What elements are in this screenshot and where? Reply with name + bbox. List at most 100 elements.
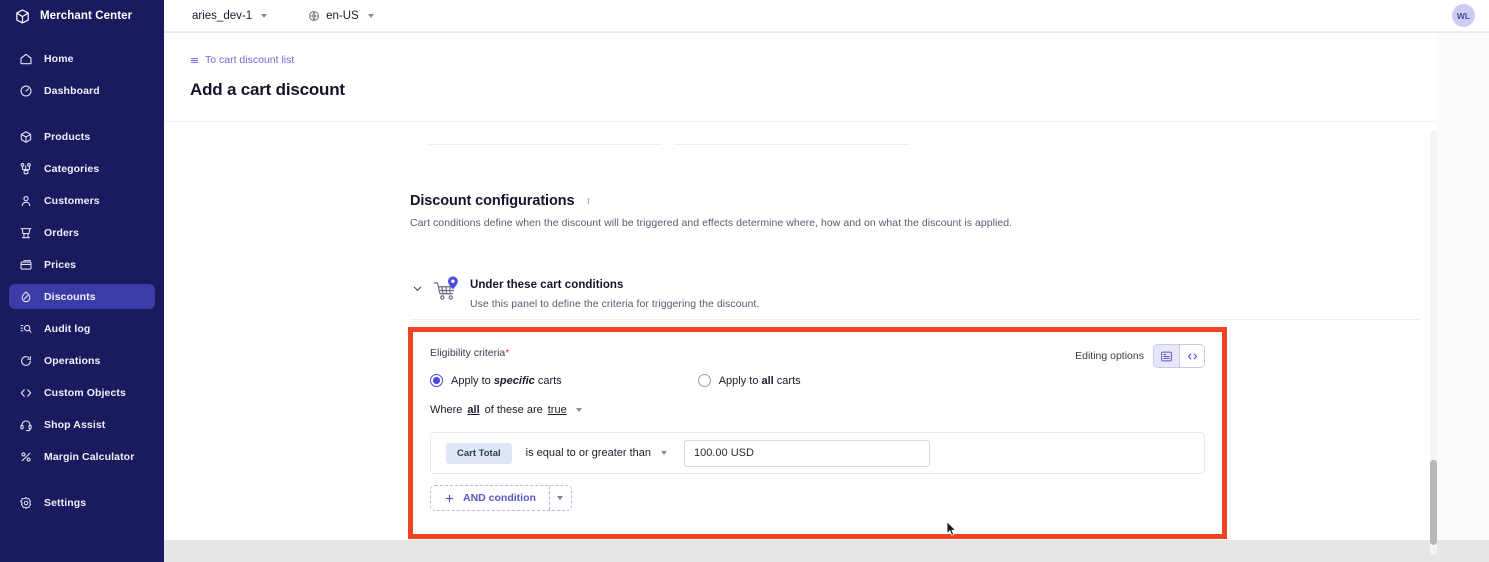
- topbar: aries_dev-1 en-US WL: [164, 0, 1489, 32]
- scrollbar-thumb[interactable]: [1430, 460, 1437, 545]
- discounts-icon: [18, 289, 33, 304]
- sidebar-item-label: Shop Assist: [44, 418, 106, 431]
- radio-label: Apply to all carts: [718, 374, 801, 387]
- panel-title: Under these cart conditions: [470, 279, 624, 291]
- condition-value-input[interactable]: [684, 439, 930, 467]
- brand[interactable]: Merchant Center: [0, 0, 164, 32]
- sidebar-item-audit-log[interactable]: Audit log: [9, 316, 155, 341]
- chevron-down-icon: [261, 13, 268, 18]
- eligibility-criteria-card: Eligibility criteria* Editing options Ap…: [413, 332, 1222, 534]
- custom-objects-icon: [18, 385, 33, 400]
- chevron-down-icon: [661, 451, 667, 455]
- info-icon[interactable]: [582, 195, 594, 207]
- avatar[interactable]: WL: [1452, 4, 1475, 27]
- condition-row: Cart Total is equal to or greater than: [430, 432, 1205, 474]
- sidebar-item-label: Customers: [44, 194, 100, 207]
- locale-name: en-US: [326, 9, 359, 22]
- products-icon: [18, 129, 33, 144]
- eligibility-radio-group: Apply to specific carts Apply to all car…: [430, 374, 801, 387]
- list-icon: [190, 56, 199, 65]
- sidebar-item-label: Dashboard: [44, 84, 100, 97]
- radio-apply-to-all-carts[interactable]: Apply to all carts: [697, 374, 801, 387]
- operations-icon: [18, 353, 33, 368]
- condition-operator-select[interactable]: is equal to or greater than: [526, 447, 667, 459]
- code-view-icon[interactable]: [1179, 345, 1204, 367]
- app-window: Merchant Center Home Dashboard Products …: [0, 0, 1489, 562]
- condition-operator-label: is equal to or greater than: [525, 447, 651, 459]
- chevron-down-icon[interactable]: [575, 408, 582, 412]
- chevron-down-icon: [367, 13, 374, 18]
- sidebar-item-products[interactable]: Products: [9, 124, 155, 149]
- sidebar-item-custom-objects[interactable]: Custom Objects: [9, 380, 155, 405]
- project-name: aries_dev-1: [192, 9, 253, 22]
- section-title-row: Discount configurations: [410, 193, 594, 209]
- panel-divider: [410, 319, 1420, 320]
- sidebar-item-label: Prices: [44, 258, 77, 271]
- audit-log-icon: [18, 321, 33, 336]
- shopping-cart-pin-icon: [432, 275, 462, 305]
- locale-selector[interactable]: en-US: [308, 10, 374, 22]
- sidebar-item-label: Audit log: [44, 322, 91, 335]
- sidebar-item-label: Products: [44, 130, 91, 143]
- radio-label: Apply to specific carts: [451, 374, 562, 387]
- add-and-condition-main[interactable]: AND condition: [431, 486, 549, 510]
- breadcrumb-label: To cart discount list: [205, 54, 295, 66]
- collapse-chevron-icon[interactable]: [410, 274, 424, 302]
- brand-name: Merchant Center: [40, 10, 133, 22]
- plus-icon: [444, 493, 455, 504]
- sidebar-item-label: Margin Calculator: [44, 450, 135, 463]
- cart-conditions-panel-header: Under these cart conditions Use this pan…: [410, 274, 759, 310]
- section-subtitle: Cart conditions define when the discount…: [410, 217, 1013, 229]
- sidebar-item-categories[interactable]: Categories: [9, 156, 155, 181]
- section-title: Discount configurations: [410, 193, 575, 209]
- condition-field-pill[interactable]: Cart Total: [446, 442, 512, 464]
- radio-apply-to-specific-carts[interactable]: Apply to specific carts: [430, 374, 562, 387]
- sidebar-item-operations[interactable]: Operations: [9, 348, 155, 373]
- chevron-down-icon: [557, 496, 564, 500]
- home-icon: [18, 51, 33, 66]
- form-view-icon[interactable]: [1154, 345, 1179, 367]
- required-marker: *: [505, 347, 510, 359]
- sidebar-item-prices[interactable]: Prices: [9, 252, 155, 277]
- right-gutter: [1437, 33, 1489, 562]
- editing-options: Editing options: [1075, 344, 1205, 368]
- page-bottom-strip: [164, 540, 1489, 562]
- nav-group-divider: [0, 476, 164, 490]
- customers-icon: [18, 193, 33, 208]
- ghost-border-left: [429, 144, 662, 145]
- editing-options-label: Editing options: [1075, 350, 1144, 362]
- sidebar-nav: Home Dashboard Products Categories Custo…: [0, 46, 164, 515]
- sidebar-item-label: Orders: [44, 226, 80, 239]
- page-title: Add a cart discount: [190, 80, 345, 99]
- where-boolean[interactable]: true: [548, 404, 567, 416]
- shop-assist-icon: [18, 417, 33, 432]
- add-and-condition-button: AND condition: [430, 485, 572, 511]
- sidebar-item-label: Home: [44, 52, 74, 65]
- ghost-border-right: [674, 144, 909, 145]
- sidebar-item-orders[interactable]: Orders: [9, 220, 155, 245]
- where-quantifier[interactable]: all: [467, 404, 479, 416]
- project-selector[interactable]: aries_dev-1: [192, 9, 268, 22]
- panel-header-text: Under these cart conditions Use this pan…: [470, 274, 759, 310]
- breadcrumb-back-link[interactable]: To cart discount list: [190, 54, 294, 66]
- sidebar-item-dashboard[interactable]: Dashboard: [9, 78, 155, 103]
- sidebar-item-home[interactable]: Home: [9, 46, 155, 71]
- settings-icon: [18, 495, 33, 510]
- sidebar-item-discounts[interactable]: Discounts: [9, 284, 155, 309]
- sidebar-item-customers[interactable]: Customers: [9, 188, 155, 213]
- where-prefix: Where: [430, 404, 463, 416]
- merchant-center-logo-icon: [14, 8, 31, 25]
- sidebar-item-label: Settings: [44, 496, 87, 509]
- sidebar-item-settings[interactable]: Settings: [9, 490, 155, 515]
- sidebar-item-label: Discounts: [44, 290, 96, 303]
- categories-icon: [18, 161, 33, 176]
- nav-group-divider: [0, 110, 164, 124]
- sidebar-item-margin-calculator[interactable]: Margin Calculator: [9, 444, 155, 469]
- scrolled-section-borders: [164, 144, 1437, 145]
- sidebar-item-shop-assist[interactable]: Shop Assist: [9, 412, 155, 437]
- editing-mode-toggle: [1153, 344, 1205, 368]
- orders-icon: [18, 225, 33, 240]
- add-condition-dropdown-button[interactable]: [548, 486, 571, 510]
- sidebar-item-label: Operations: [44, 354, 101, 367]
- eligibility-criteria-text: Eligibility criteria: [430, 347, 506, 359]
